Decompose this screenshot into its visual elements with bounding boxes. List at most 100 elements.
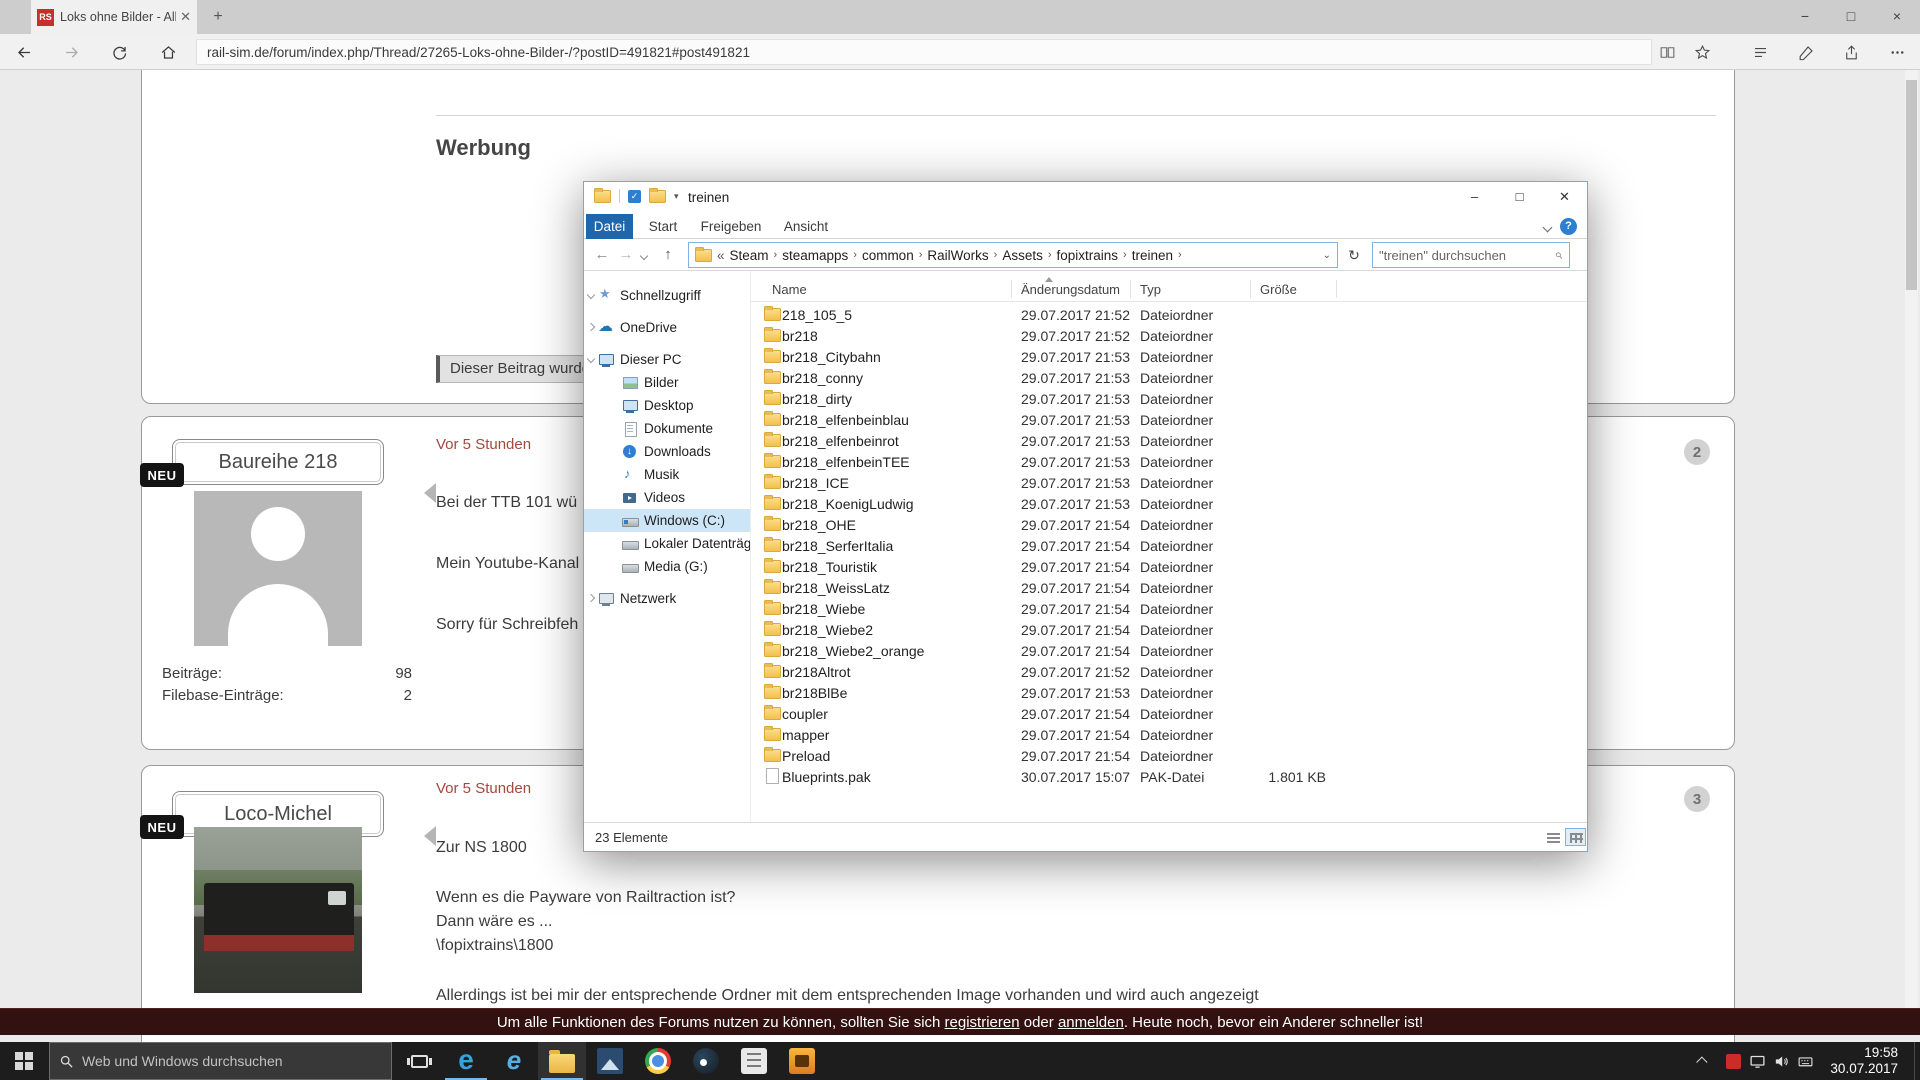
taskbar-clock[interactable]: 19:58 30.07.2017: [1806, 1045, 1898, 1077]
expander-chevron-icon[interactable]: [587, 291, 595, 299]
avatar-photo[interactable]: [194, 827, 362, 993]
browser-tab[interactable]: RS Loks ohne Bilder - Allge ✕: [31, 0, 197, 34]
file-row-br218-dirty[interactable]: br218_dirty29.07.2017 21:53Dateiordner: [750, 389, 1587, 410]
taskbar-icon-steam[interactable]: [682, 1042, 730, 1080]
view-toggle-thumbnails[interactable]: [1542, 828, 1563, 846]
explorer-search-input[interactable]: [1379, 248, 1555, 263]
scrollbar-thumb[interactable]: [1906, 80, 1917, 290]
file-row-br218-wiebe[interactable]: br218_Wiebe29.07.2017 21:54Dateiordner: [750, 599, 1587, 620]
taskbar-icon-explorer[interactable]: [538, 1042, 586, 1080]
explorer-up-button[interactable]: ↑: [656, 243, 680, 267]
file-row-br218-wiebe2[interactable]: br218_Wiebe229.07.2017 21:54Dateiordner: [750, 620, 1587, 641]
web-note-button[interactable]: [1792, 38, 1820, 66]
more-button[interactable]: [1883, 38, 1911, 66]
tab-start[interactable]: Start: [644, 214, 682, 239]
explorer-close-button[interactable]: ✕: [1542, 182, 1587, 213]
explorer-minimize-button[interactable]: –: [1452, 182, 1497, 213]
file-row-br218-citybahn[interactable]: br218_Citybahn29.07.2017 21:53Dateiordne…: [750, 347, 1587, 368]
expand-ribbon-icon[interactable]: [1543, 223, 1553, 233]
file-row-br218-ohe[interactable]: br218_OHE29.07.2017 21:54Dateiordner: [750, 515, 1587, 536]
file-row-preload[interactable]: Preload29.07.2017 21:54Dateiordner: [750, 746, 1587, 767]
file-row-br218-elfenbeinblau[interactable]: br218_elfenbeinblau29.07.2017 21:53Datei…: [750, 410, 1587, 431]
qat-new-folder-icon[interactable]: [649, 190, 666, 203]
nav-item-netzwerk[interactable]: Netzwerk: [584, 587, 750, 610]
hub-button[interactable]: [1746, 38, 1774, 66]
address-bar[interactable]: rail-sim.de/forum/index.php/Thread/27265…: [196, 39, 1652, 65]
file-row-mapper[interactable]: mapper29.07.2017 21:54Dateiordner: [750, 725, 1587, 746]
breadcrumb-separator[interactable]: ›: [1123, 249, 1127, 261]
browser-minimize-button[interactable]: −: [1782, 0, 1828, 34]
breadcrumb-separator[interactable]: ›: [1178, 249, 1182, 261]
file-row-br218altrot[interactable]: br218Altrot29.07.2017 21:52Dateiordner: [750, 662, 1587, 683]
expander-chevron-icon[interactable]: [587, 323, 595, 331]
tab-datei[interactable]: Datei: [586, 214, 633, 239]
breadcrumb-item-steamapps[interactable]: steamapps: [782, 248, 848, 263]
explorer-title-bar[interactable]: ✓ ▾ treinen – □ ✕: [584, 182, 1587, 214]
explorer-refresh-icon[interactable]: ↻: [1342, 243, 1366, 267]
post-timestamp[interactable]: Vor 5 Stunden: [436, 780, 531, 797]
column-name[interactable]: Name: [772, 282, 807, 297]
tab-ansicht[interactable]: Ansicht: [783, 214, 829, 239]
nav-item-musik[interactable]: Musik: [584, 463, 750, 486]
post-number-badge[interactable]: 2: [1684, 439, 1710, 465]
reading-view-button[interactable]: [1653, 38, 1681, 66]
tab-freigeben[interactable]: Freigeben: [701, 214, 761, 239]
qat-customize-icon[interactable]: ▾: [674, 191, 679, 202]
breadcrumb-separator[interactable]: ›: [919, 249, 923, 261]
file-row-br218-weisslatz[interactable]: br218_WeissLatz29.07.2017 21:54Dateiordn…: [750, 578, 1587, 599]
file-row-218-105-5[interactable]: 218_105_529.07.2017 21:52Dateiordner: [750, 305, 1587, 326]
file-row-br218-elfenbeintee[interactable]: br218_elfenbeinTEE29.07.2017 21:53Dateio…: [750, 452, 1587, 473]
post-timestamp[interactable]: Vor 5 Stunden: [436, 436, 531, 453]
help-icon[interactable]: ?: [1560, 218, 1577, 235]
file-row-br218-wiebe2-orange[interactable]: br218_Wiebe2_orange29.07.2017 21:54Datei…: [750, 641, 1587, 662]
column-type[interactable]: Typ: [1140, 282, 1161, 297]
breadcrumb-item-steam[interactable]: Steam: [730, 248, 769, 263]
browser-close-button[interactable]: ×: [1874, 0, 1920, 34]
file-row-br218-ice[interactable]: br218_ICE29.07.2017 21:53Dateiordner: [750, 473, 1587, 494]
file-row-br218-koenigludwig[interactable]: br218_KoenigLudwig29.07.2017 21:53Dateio…: [750, 494, 1587, 515]
file-row-br218-conny[interactable]: br218_conny29.07.2017 21:53Dateiordner: [750, 368, 1587, 389]
post-number-badge[interactable]: 3: [1684, 786, 1710, 812]
browser-maximize-button[interactable]: □: [1828, 0, 1874, 34]
avatar[interactable]: [194, 491, 362, 646]
explorer-maximize-button[interactable]: □: [1497, 182, 1542, 213]
qat-properties-icon[interactable]: ✓: [628, 190, 641, 203]
nav-item-windows-c[interactable]: Windows (C:): [584, 509, 750, 532]
start-button[interactable]: [0, 1042, 48, 1080]
taskbar-icon-chrome[interactable]: [634, 1042, 682, 1080]
breadcrumb-separator[interactable]: ›: [774, 249, 778, 261]
login-link[interactable]: anmelden: [1058, 1014, 1124, 1031]
new-tab-button[interactable]: +: [206, 6, 230, 28]
view-toggle-details[interactable]: [1565, 828, 1586, 846]
file-row-blueprints-pak[interactable]: Blueprints.pak30.07.2017 15:07PAK-Datei1…: [750, 767, 1587, 788]
nav-item-dokumente[interactable]: Dokumente: [584, 417, 750, 440]
taskbar-icon-ie[interactable]: e: [490, 1042, 538, 1080]
favorites-button[interactable]: [1688, 38, 1716, 66]
recent-locations-icon[interactable]: [636, 243, 652, 267]
back-button[interactable]: [10, 38, 38, 66]
nav-item-downloads[interactable]: Downloads: [584, 440, 750, 463]
nav-item-schnellzugriff[interactable]: Schnellzugriff: [584, 284, 750, 307]
nav-item-videos[interactable]: Videos: [584, 486, 750, 509]
tab-close-icon[interactable]: ✕: [180, 9, 191, 25]
page-scrollbar[interactable]: [1905, 70, 1918, 1008]
file-row-br218-serferitalia[interactable]: br218_SerferItalia29.07.2017 21:54Dateio…: [750, 536, 1587, 557]
nav-item-desktop[interactable]: Desktop: [584, 394, 750, 417]
breadcrumb-item-treinen[interactable]: treinen: [1132, 248, 1173, 263]
file-row-br218blbe[interactable]: br218BlBe29.07.2017 21:53Dateiordner: [750, 683, 1587, 704]
volume-icon[interactable]: [1770, 1050, 1792, 1072]
breadcrumb-item-common[interactable]: common: [862, 248, 914, 263]
explorer-forward-button[interactable]: →: [614, 243, 638, 267]
show-desktop-button[interactable]: [1914, 1042, 1920, 1080]
taskbar-icon-train-simulator[interactable]: [778, 1042, 826, 1080]
network-icon[interactable]: [1746, 1050, 1768, 1072]
taskbar-search-input[interactable]: [82, 1053, 382, 1069]
nav-item-dieser-pc[interactable]: Dieser PC: [584, 348, 750, 371]
forward-button[interactable]: [57, 38, 85, 66]
taskbar-search-box[interactable]: [49, 1042, 392, 1080]
tray-red-app-icon[interactable]: [1722, 1050, 1744, 1072]
taskbar-icon-edge[interactable]: e: [442, 1042, 490, 1080]
column-size[interactable]: Größe: [1260, 282, 1297, 297]
expander-chevron-icon[interactable]: [587, 594, 595, 602]
nav-item-lokaler-datentr-ger[interactable]: Lokaler Datenträger: [584, 532, 750, 555]
